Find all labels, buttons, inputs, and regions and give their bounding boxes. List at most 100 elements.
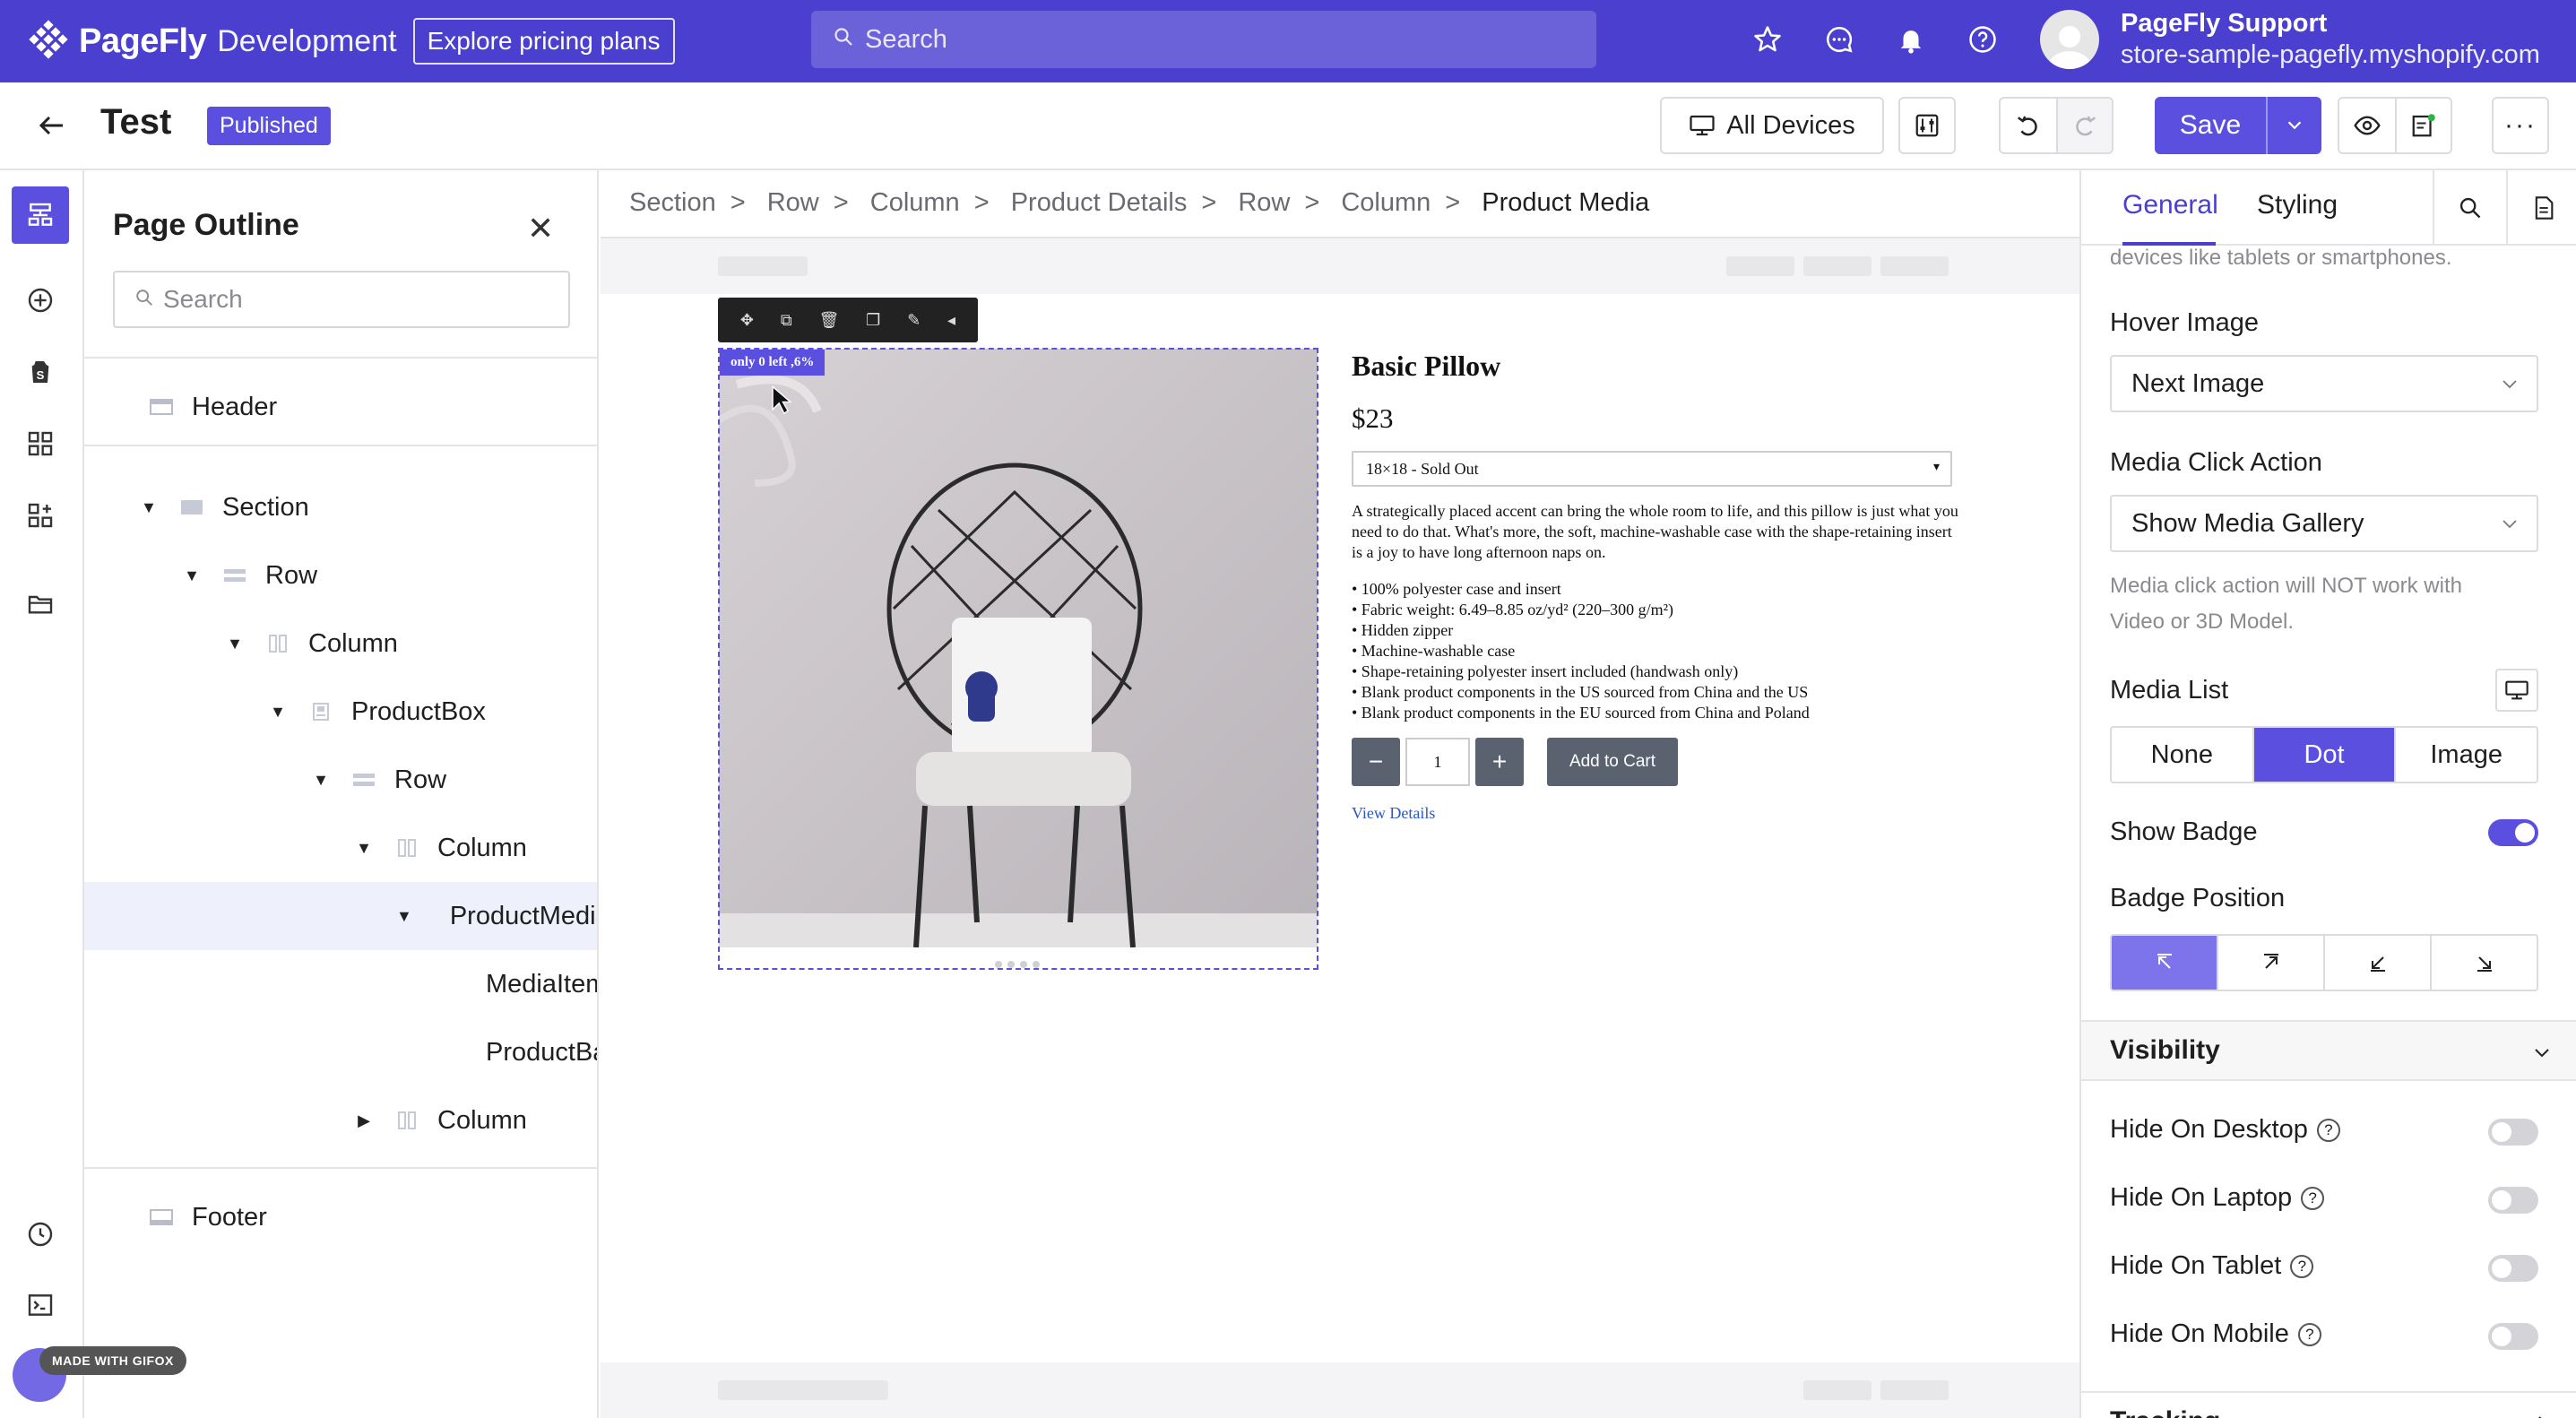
outline-search-input[interactable]: Search (113, 271, 570, 328)
breadcrumb-section[interactable]: Section (629, 188, 716, 217)
decrease-quantity-button[interactable]: − (1352, 738, 1400, 786)
hide-on-mobile-toggle[interactable] (2488, 1323, 2538, 1350)
save-options-button[interactable] (2266, 97, 2321, 154)
help-icon[interactable]: ? (2301, 1187, 2325, 1211)
breadcrumb-row[interactable]: Row (1238, 188, 1290, 217)
duplicate-icon[interactable]: ⧉ (781, 311, 792, 330)
add-element-tab[interactable] (12, 272, 69, 329)
quantity-stepper: − 1 + Add to Cart (1352, 738, 1961, 786)
media-list-segmented: None Dot Image (2110, 726, 2538, 783)
page-outline-tab[interactable] (12, 186, 69, 244)
hide-on-tablet-toggle[interactable] (2488, 1255, 2538, 1282)
tree-item-column-collapsed[interactable]: ▶ Column (84, 1086, 597, 1154)
hide-on-tablet-label: Hide On Tablet (2110, 1251, 2282, 1280)
breadcrumb-product-details[interactable]: Product Details (1011, 188, 1188, 217)
breadcrumb-row[interactable]: Row (767, 188, 819, 217)
tree-item-column[interactable]: ▼ Column (84, 814, 597, 882)
files-tab[interactable] (12, 575, 69, 633)
editor-canvas[interactable]: Section > Row > Column > Product Details > R… (601, 170, 2079, 1418)
variant-select[interactable]: 18×18 - Sold Out ▾ (1352, 451, 1952, 487)
tree-item-section[interactable]: ▼ Section (84, 473, 597, 541)
panel-search-icon[interactable] (2433, 170, 2506, 246)
media-list-dot-option[interactable]: Dot (2252, 728, 2395, 782)
product-badge[interactable]: only 0 left ,6% (720, 350, 826, 376)
tree-item-label: Section (222, 492, 309, 522)
media-list-none-option[interactable]: None (2112, 728, 2252, 782)
preview-button[interactable] (2339, 99, 2395, 152)
code-tab[interactable] (12, 1276, 69, 1334)
panel-document-icon[interactable] (2506, 170, 2576, 246)
bell-icon[interactable] (1891, 20, 1931, 59)
all-devices-button[interactable]: All Devices (1660, 97, 1884, 154)
style-brush-icon[interactable]: ✎ (907, 311, 921, 330)
undo-button[interactable] (2001, 99, 2056, 152)
hover-image-select[interactable]: Next Image (2110, 355, 2538, 412)
user-menu[interactable]: PageFly Support store-sample-pagefly.mys… (2040, 9, 2540, 70)
chat-icon[interactable] (1820, 20, 1859, 59)
copy-icon[interactable]: ❐ (866, 311, 880, 330)
badge-top-right-option[interactable] (2217, 936, 2323, 990)
tree-item-productbox[interactable]: ▼ ProductBox (84, 678, 597, 746)
gifox-watermark: MADE WITH GIFOX (39, 1346, 186, 1375)
increase-quantity-button[interactable]: + (1475, 738, 1524, 786)
search-icon (134, 285, 154, 314)
close-icon[interactable]: ✕ (527, 210, 554, 247)
back-arrow-icon[interactable] (36, 109, 68, 146)
feature-item: • Blank product components in the US sou… (1352, 683, 1809, 701)
move-icon[interactable]: ✥ (740, 311, 754, 330)
redo-button[interactable] (2056, 99, 2112, 152)
tree-item-row[interactable]: ▼ Row (84, 541, 597, 610)
add-to-cart-button[interactable]: Add to Cart (1547, 738, 1678, 786)
delete-icon[interactable]: 🗑 (818, 311, 839, 330)
visibility-section-header[interactable]: Visibility (2081, 1020, 2576, 1081)
media-click-action-select[interactable]: Show Media Gallery (2110, 495, 2538, 552)
tree-item-header[interactable]: Header (84, 373, 597, 441)
settings-sliders-button[interactable] (1898, 97, 1956, 154)
help-icon[interactable] (1963, 20, 2002, 59)
tree-item-mediaitem[interactable]: MediaItem (84, 950, 599, 1018)
tree-item-row[interactable]: ▼ Row (84, 746, 597, 814)
hide-on-desktop-toggle[interactable] (2488, 1119, 2538, 1146)
tracking-section-header[interactable]: Tracking (2081, 1391, 2576, 1418)
history-tab[interactable] (12, 1206, 69, 1263)
save-button[interactable]: Save (2155, 97, 2266, 154)
publish-status-button[interactable] (2395, 99, 2451, 152)
top-search-input[interactable]: Search (811, 11, 1596, 68)
sections-tab[interactable] (12, 415, 69, 472)
tab-general[interactable]: General (2122, 190, 2218, 220)
sliders-icon (1915, 114, 1939, 137)
user-name: PageFly Support (2121, 9, 2328, 38)
tree-item-column[interactable]: ▼ Column (84, 610, 597, 678)
product-media-selection (718, 348, 1318, 970)
shopify-tab[interactable]: S (12, 343, 69, 401)
tree-item-productmedia[interactable]: ▼ ProductMedia (84, 882, 597, 950)
hide-on-laptop-toggle[interactable] (2488, 1187, 2538, 1214)
row-block-icon (353, 774, 375, 786)
mouse-cursor-icon (771, 385, 792, 420)
tab-styling[interactable]: Styling (2257, 190, 2338, 220)
tree-item-footer[interactable]: Footer (84, 1183, 597, 1251)
help-icon[interactable]: ? (2290, 1255, 2314, 1279)
explore-pricing-button[interactable]: Explore pricing plans (412, 18, 675, 65)
tree-item-productbadge[interactable]: ProductBadge (84, 1018, 597, 1086)
breadcrumb-column[interactable]: Column (1341, 188, 1431, 217)
tree-item-label: Footer (192, 1202, 267, 1232)
collapse-arrow-icon[interactable]: ◂ (947, 311, 955, 330)
tree-item-label: MediaItem (486, 969, 599, 999)
help-icon[interactable]: ? (2316, 1119, 2340, 1143)
apps-tab[interactable] (12, 487, 69, 544)
device-monitor-icon[interactable] (2495, 669, 2538, 712)
page-status-icon (2412, 114, 2435, 137)
help-icon[interactable]: ? (2297, 1323, 2321, 1347)
badge-bottom-right-option[interactable] (2430, 936, 2537, 990)
quantity-input[interactable]: 1 (1405, 738, 1470, 786)
breadcrumb-column[interactable]: Column (870, 188, 960, 217)
more-options-button[interactable]: ··· (2492, 97, 2549, 154)
badge-bottom-left-option[interactable] (2323, 936, 2430, 990)
badge-top-left-option[interactable] (2112, 936, 2217, 990)
media-list-image-option[interactable]: Image (2394, 728, 2537, 782)
logo[interactable]: PageFly Development (27, 20, 397, 63)
star-icon[interactable] (1748, 20, 1787, 59)
show-badge-toggle[interactable] (2488, 819, 2538, 846)
view-details-link[interactable]: View Details (1352, 804, 1961, 823)
